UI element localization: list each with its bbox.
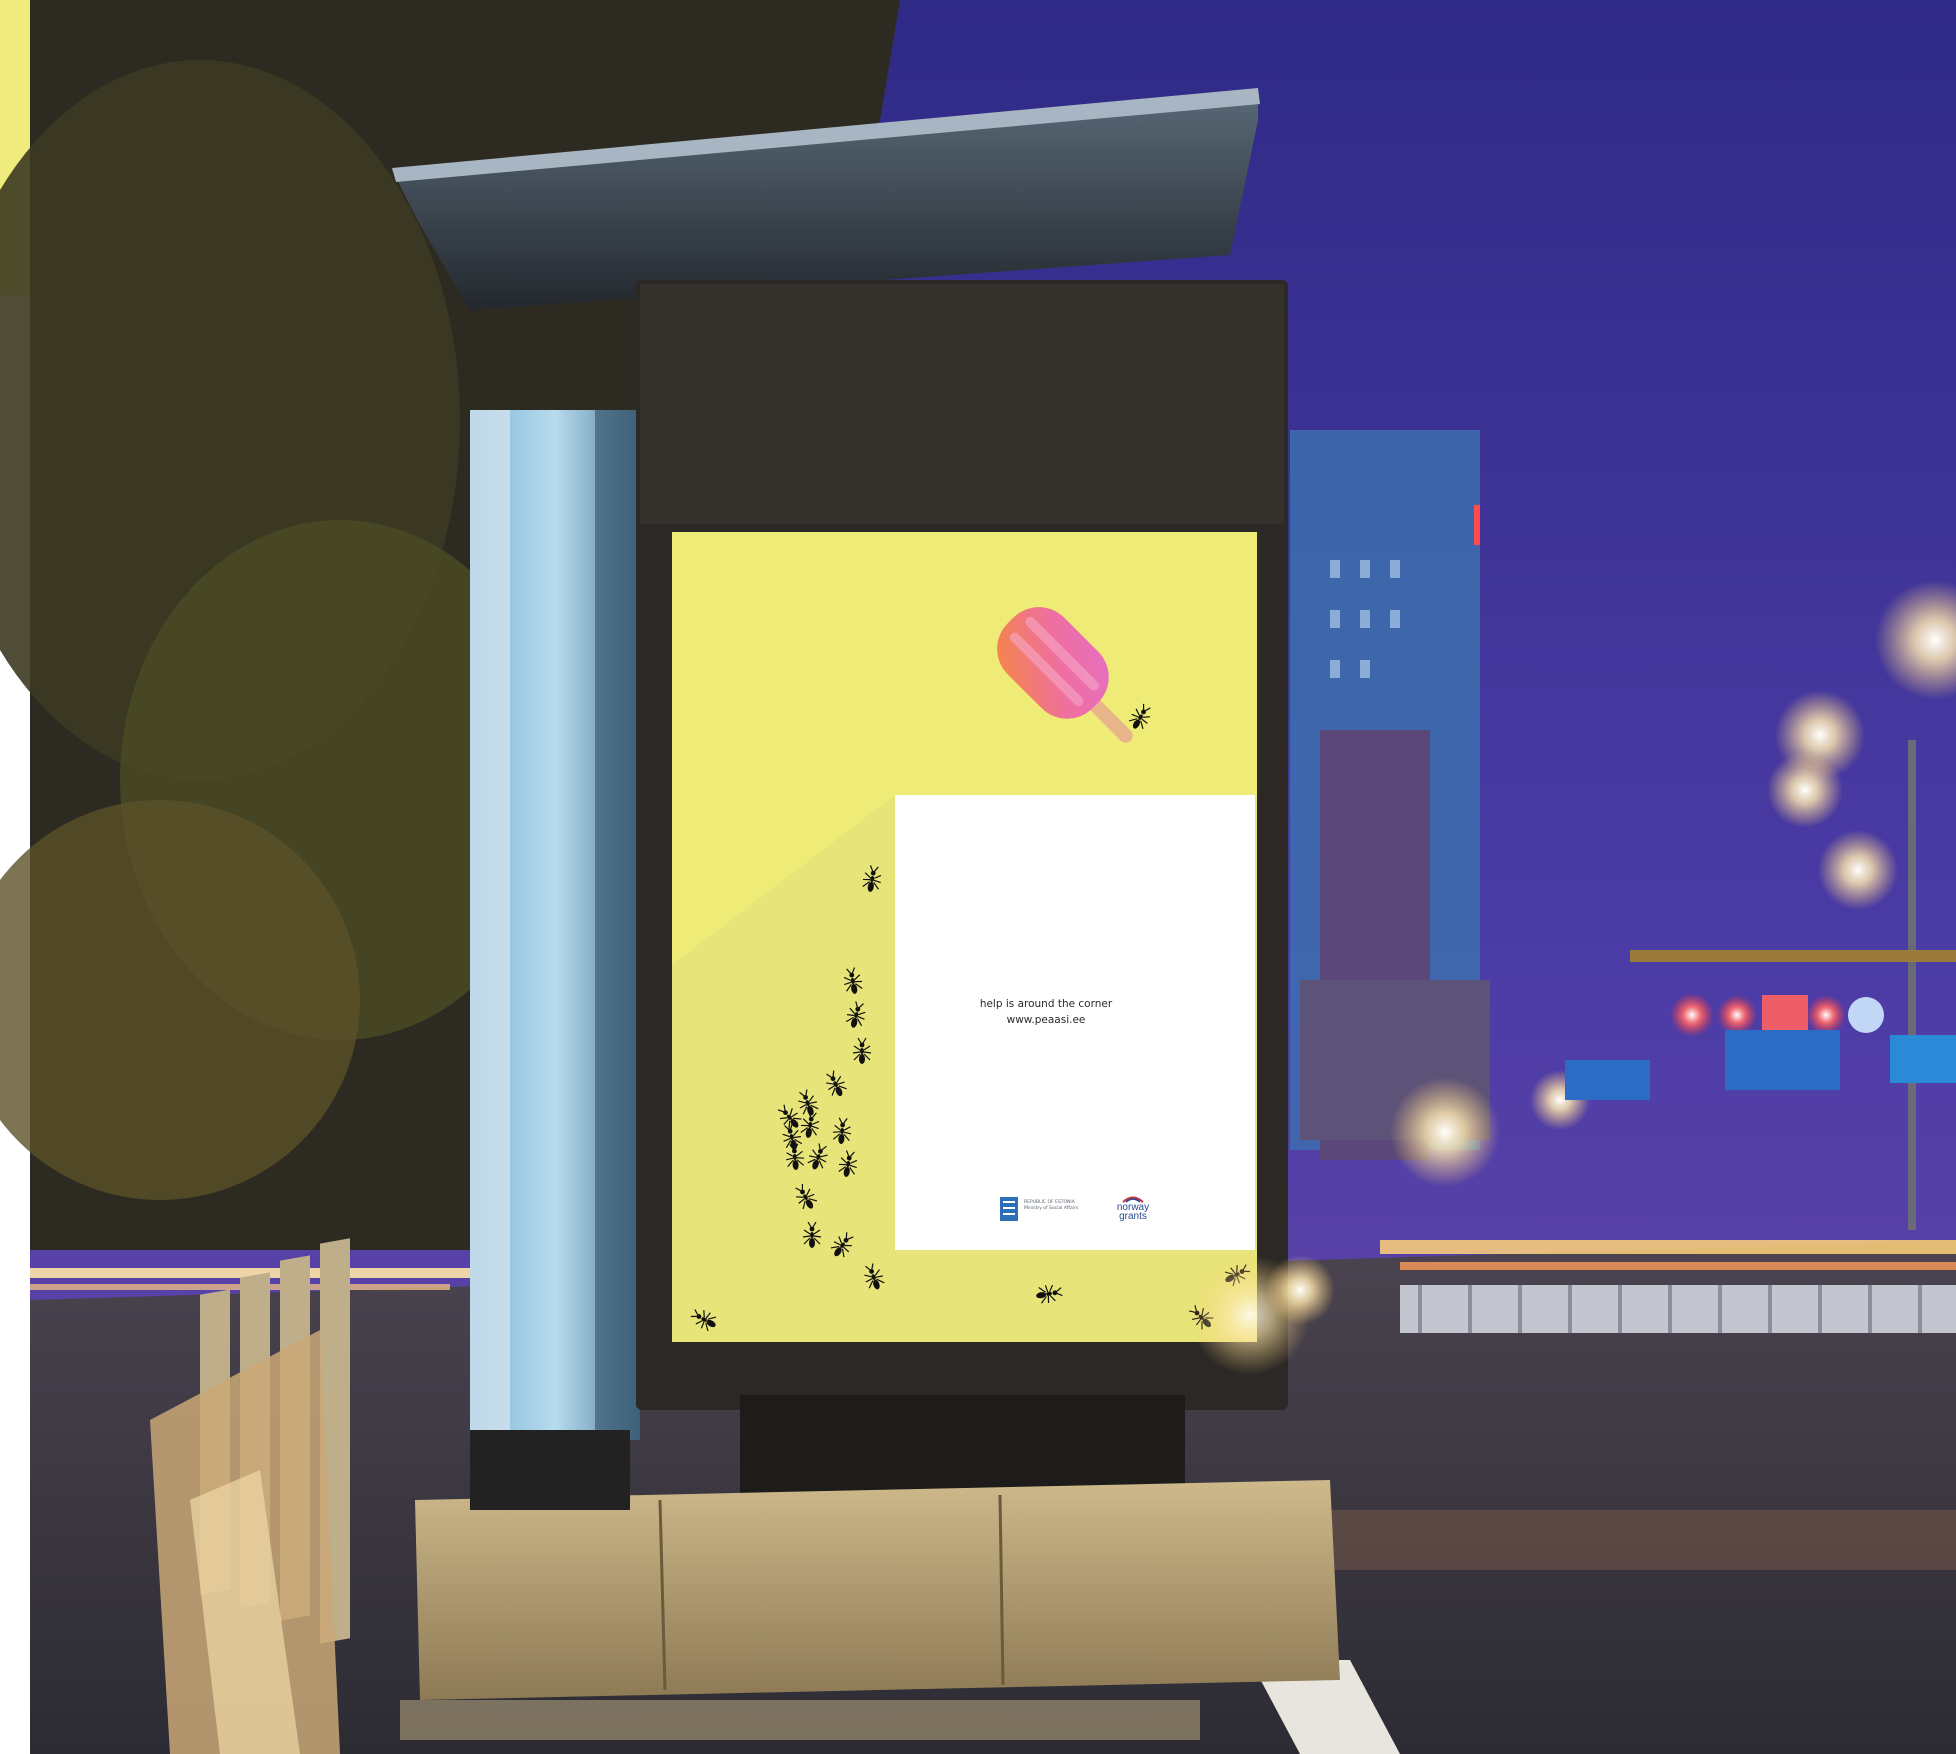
estonia-logo-line2: Ministry of Social Affairs (1024, 1206, 1079, 1211)
norway-grants-logo: norway grants (1108, 1195, 1158, 1225)
norway-logo-line2: grants (1119, 1211, 1147, 1222)
poster-tagline: help is around the corner (979, 998, 1113, 1010)
road-sign-blue (1565, 1060, 1650, 1100)
poster-url: www.peaasi.ee (1006, 1014, 1086, 1026)
bus-shelter-photo (0, 0, 1956, 1754)
estonia-crest-icon (1000, 1197, 1018, 1221)
traffic-light-trail (1380, 1240, 1956, 1254)
guard-rail (1400, 1285, 1956, 1333)
estonia-ministry-logo: REPUBLIC OF ESTONIA Ministry of Social A… (1000, 1195, 1110, 1225)
poster-caption: help is around the corner www.peaasi.ee (896, 996, 1196, 1028)
concrete-curb (415, 1480, 1340, 1700)
